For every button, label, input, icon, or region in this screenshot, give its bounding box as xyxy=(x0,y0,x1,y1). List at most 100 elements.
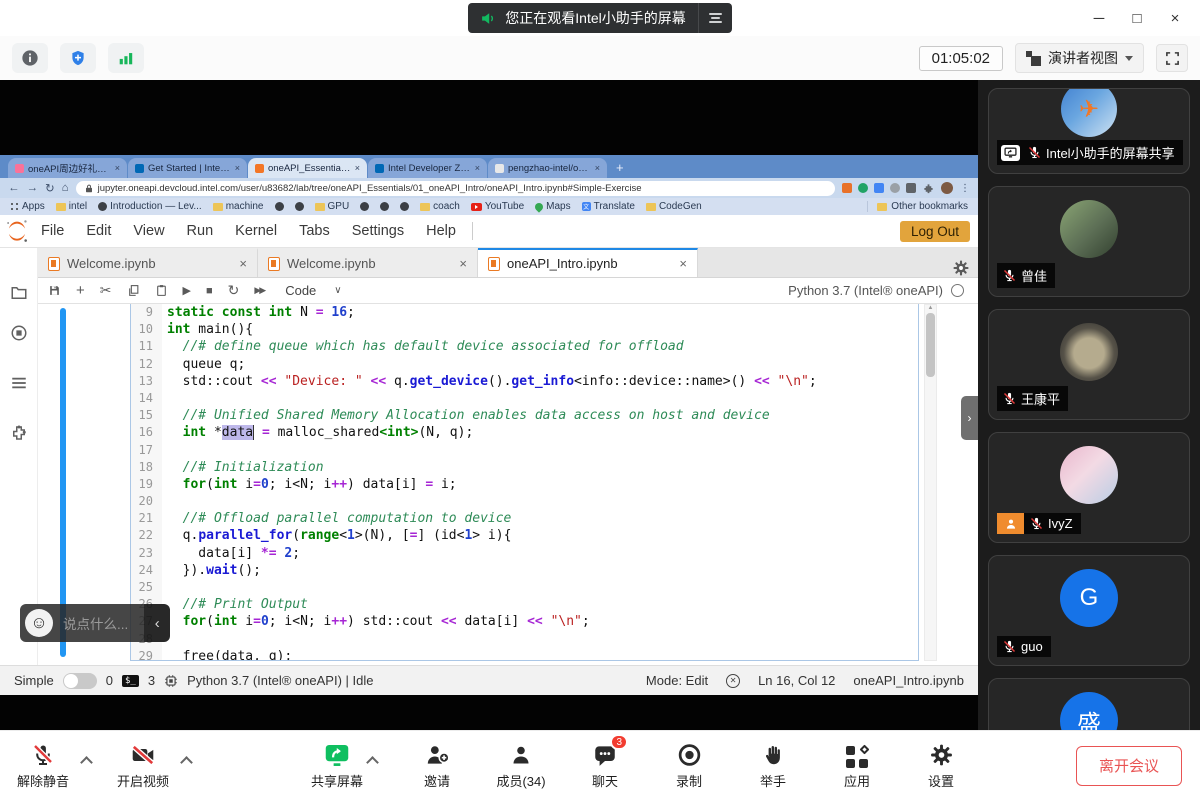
code-cell[interactable]: 9static const int N = 16;10int main(){11… xyxy=(130,304,919,661)
chat-collapse-button[interactable]: ‹ xyxy=(144,604,170,642)
notebook-tab[interactable]: Welcome.ipynb× xyxy=(38,248,258,277)
property-inspector-gear-icon[interactable] xyxy=(952,259,970,277)
menu-help[interactable]: Help xyxy=(415,223,467,239)
extensions-icon[interactable] xyxy=(10,424,28,442)
extension-icon[interactable] xyxy=(874,183,884,193)
bookmark-item[interactable] xyxy=(295,202,304,211)
unmute-button[interactable]: 解除静音 xyxy=(16,741,70,790)
bookmark-item[interactable]: machine xyxy=(213,201,264,212)
bookmark-item[interactable]: GPU xyxy=(315,201,350,212)
participant-tile[interactable]: IvyZ xyxy=(988,432,1190,543)
fullscreen-button[interactable] xyxy=(1156,44,1188,72)
kernel-indicator[interactable]: Python 3.7 (Intel® oneAPI) xyxy=(788,283,968,298)
back-icon[interactable]: ← xyxy=(8,182,20,194)
tab-close-icon[interactable]: × xyxy=(459,256,467,271)
puzzle-icon[interactable] xyxy=(923,183,934,194)
home-icon[interactable]: ⌂ xyxy=(62,182,69,194)
leave-meeting-button[interactable]: 离开会议 xyxy=(1076,746,1182,786)
security-button[interactable] xyxy=(60,43,96,73)
menu-tabs[interactable]: Tabs xyxy=(288,223,341,239)
share-screen-button[interactable]: 共享屏幕 xyxy=(310,741,364,790)
bookmark-item[interactable]: CodeGen xyxy=(646,201,702,212)
menu-file[interactable]: File xyxy=(30,223,75,239)
meeting-info-button[interactable] xyxy=(12,43,48,73)
forward-icon[interactable]: → xyxy=(27,182,39,194)
copy-icon[interactable] xyxy=(127,284,140,297)
restart-icon[interactable]: ↻ xyxy=(228,282,240,299)
chat-button[interactable]: 3 聊天 xyxy=(578,741,632,790)
bookmark-item[interactable]: coach xyxy=(420,201,460,212)
cursor-position[interactable]: Ln 16, Col 12 xyxy=(758,673,835,688)
run-icon[interactable]: ▶ xyxy=(183,284,191,297)
bookmark-item[interactable]: Apps xyxy=(10,201,45,212)
view-mode-dropdown[interactable]: 演讲者视图 xyxy=(1015,43,1144,73)
extension-icon[interactable] xyxy=(842,183,852,193)
extension-icon[interactable] xyxy=(906,183,916,193)
raise-hand-button[interactable]: 举手 xyxy=(746,741,800,790)
start-video-button[interactable]: 开启视频 xyxy=(116,741,170,790)
browser-tab[interactable]: Intel Developer Zone× xyxy=(368,158,487,178)
browser-menu-icon[interactable]: ⋮ xyxy=(960,183,970,194)
invite-button[interactable]: 邀请 xyxy=(410,741,464,790)
bookmark-item[interactable]: YouTube xyxy=(471,201,524,212)
kernel-status-text[interactable]: Python 3.7 (Intel® oneAPI) | Idle xyxy=(187,673,373,688)
bookmark-item[interactable] xyxy=(380,202,389,211)
bookmark-item[interactable]: Introduction — Lev... xyxy=(98,201,202,212)
bookmark-item[interactable] xyxy=(400,202,409,211)
participant-tile[interactable]: 曾佳 xyxy=(988,186,1190,297)
participant-tile[interactable]: 王康平 xyxy=(988,309,1190,420)
restart-run-all-icon[interactable]: ▶▶ xyxy=(254,285,264,296)
menu-edit[interactable]: Edit xyxy=(75,223,122,239)
stop-icon[interactable]: ■ xyxy=(206,285,213,297)
add-cell-icon[interactable]: + xyxy=(76,282,85,299)
scrollbar-thumb[interactable] xyxy=(926,313,935,377)
members-button[interactable]: 成员(34) xyxy=(494,741,548,790)
running-sessions-icon[interactable] xyxy=(10,324,28,342)
participant-tile[interactable]: Gguo xyxy=(988,555,1190,666)
notebook-tab[interactable]: Welcome.ipynb× xyxy=(258,248,478,277)
emoji-icon[interactable]: ☺ xyxy=(25,609,53,637)
reload-icon[interactable]: ↻ xyxy=(45,181,55,195)
network-stats-button[interactable] xyxy=(108,43,144,73)
tab-close-icon[interactable]: × xyxy=(235,163,240,173)
browser-tab[interactable]: pengzhao-intel/oneAPI_course× xyxy=(488,158,607,178)
tab-close-icon[interactable]: × xyxy=(679,256,687,271)
tab-close-icon[interactable]: × xyxy=(355,163,360,173)
record-button[interactable]: 录制 xyxy=(662,741,716,790)
maximize-button[interactable]: □ xyxy=(1118,3,1156,33)
menu-run[interactable]: Run xyxy=(176,223,225,239)
menu-kernel[interactable]: Kernel xyxy=(224,223,288,239)
panel-expand-chevron[interactable]: › xyxy=(961,396,978,440)
bookmark-item[interactable]: 文Translate xyxy=(582,201,635,212)
new-tab-button[interactable]: + xyxy=(616,160,624,175)
browser-avatar[interactable] xyxy=(941,182,953,194)
url-field[interactable]: jupyter.oneapi.devcloud.intel.com/user/u… xyxy=(76,181,835,196)
browser-tab[interactable]: oneAPI周边好礼：券卡1介绍_哔× xyxy=(8,158,127,178)
menu-settings[interactable]: Settings xyxy=(341,223,415,239)
editor-scrollbar[interactable]: ▲ xyxy=(924,304,937,661)
tab-close-icon[interactable]: × xyxy=(239,256,247,271)
tab-close-icon[interactable]: × xyxy=(475,163,480,173)
chat-input[interactable]: ☺ 说点什么... xyxy=(20,604,144,642)
commands-icon[interactable] xyxy=(10,374,28,392)
settings-button[interactable]: 设置 xyxy=(914,741,968,790)
tab-close-icon[interactable]: × xyxy=(595,163,600,173)
close-button[interactable]: × xyxy=(1156,3,1194,33)
save-icon[interactable] xyxy=(48,284,61,297)
apps-button[interactable]: 应用 xyxy=(830,741,884,790)
browser-tab[interactable]: Get Started | Intel® DevCloud× xyxy=(128,158,247,178)
cell-type-dropdown[interactable]: Code ∨ xyxy=(285,283,341,298)
participant-tile[interactable]: 盛 xyxy=(988,678,1190,730)
bookmark-item[interactable]: intel xyxy=(56,201,87,212)
extension-icon[interactable] xyxy=(890,183,900,193)
browser-tab[interactable]: oneAPI_Essentials (3) - JupyterLab× xyxy=(248,158,367,178)
notebook-tab[interactable]: oneAPI_Intro.ipynb× xyxy=(478,248,698,277)
extension-icon[interactable] xyxy=(858,183,868,193)
other-bookmarks[interactable]: Other bookmarks xyxy=(867,201,968,212)
logout-button[interactable]: Log Out xyxy=(900,221,970,242)
video-options-chevron[interactable] xyxy=(180,754,192,766)
share-options-chevron[interactable] xyxy=(366,754,378,766)
banner-menu-button[interactable] xyxy=(698,3,732,33)
bookmark-item[interactable] xyxy=(275,202,284,211)
minimize-button[interactable]: ─ xyxy=(1080,3,1118,33)
